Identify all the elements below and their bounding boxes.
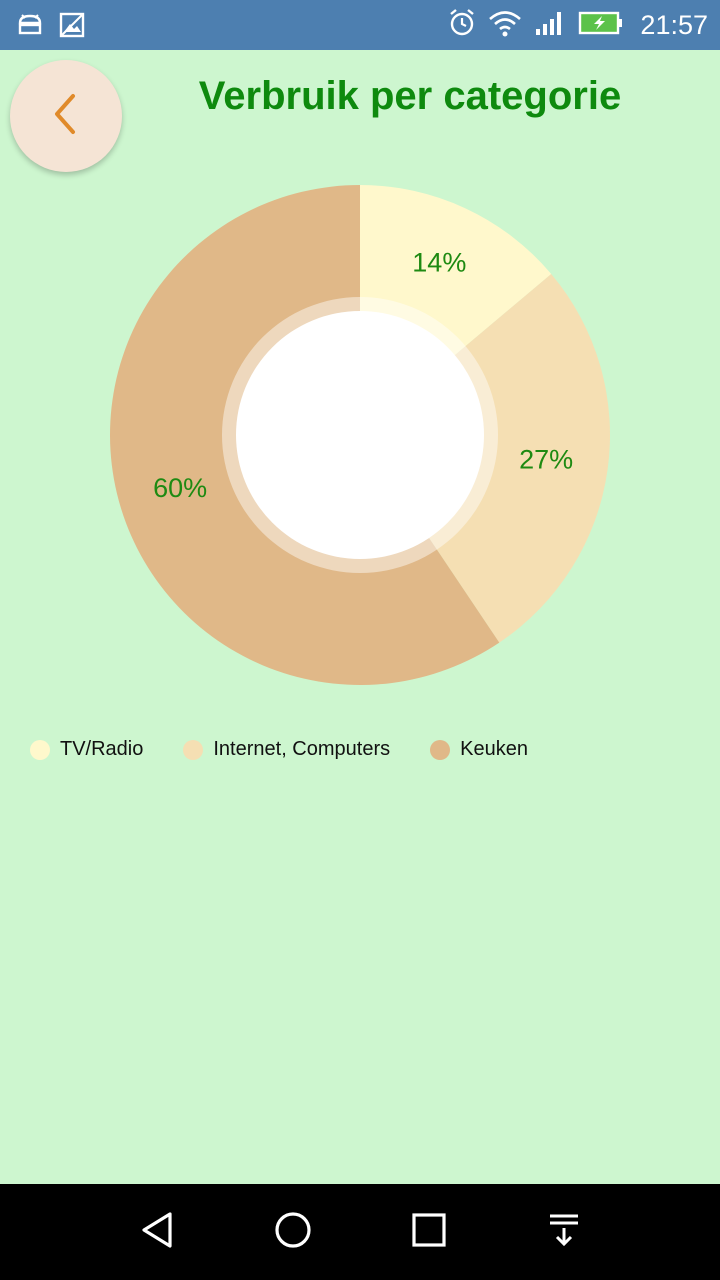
recents-square-icon bbox=[409, 1210, 449, 1255]
legend-label: Keuken bbox=[460, 738, 528, 760]
slice-value-label: 27% bbox=[519, 444, 573, 474]
status-time: 21:57 bbox=[640, 10, 708, 40]
legend-swatch bbox=[183, 739, 204, 760]
slice-value-label: 14% bbox=[412, 248, 466, 278]
legend-label: TV/Radio bbox=[60, 738, 144, 760]
battery-charging-icon bbox=[578, 10, 624, 41]
chevron-left-icon bbox=[49, 92, 83, 141]
notifications-down-icon bbox=[544, 1210, 584, 1255]
nav-back-button[interactable] bbox=[136, 1210, 180, 1254]
signal-icon bbox=[534, 9, 566, 42]
android-debug-icon bbox=[16, 11, 44, 44]
legend-swatch bbox=[30, 739, 50, 760]
nav-recents-button[interactable] bbox=[407, 1210, 451, 1254]
legend-swatch bbox=[430, 739, 451, 760]
legend-label: Internet, Computers bbox=[213, 738, 391, 760]
legend-item: Keuken bbox=[430, 738, 528, 761]
donut-chart: 14% 27% 60% bbox=[100, 175, 620, 695]
wifi-icon bbox=[488, 9, 522, 42]
screen: 21:57 Verbruik per categorie 14% 27% 60% T… bbox=[0, 0, 720, 1280]
legend-item: Internet, Computers bbox=[183, 738, 390, 761]
status-bar: 21:57 bbox=[0, 0, 720, 50]
back-button[interactable] bbox=[10, 60, 122, 172]
donut-chart-svg: 14% 27% 60% bbox=[110, 185, 610, 685]
legend-item: TV/Radio bbox=[30, 738, 143, 761]
page-title: Verbruik per categorie bbox=[198, 74, 622, 118]
nav-home-button[interactable] bbox=[271, 1210, 315, 1254]
alarm-icon bbox=[448, 8, 476, 43]
slice-value-label: 60% bbox=[153, 473, 207, 503]
home-circle-icon bbox=[273, 1210, 313, 1255]
donut-hole bbox=[236, 311, 484, 559]
navigation-bar bbox=[0, 1184, 720, 1280]
chart-legend: TV/Radio Internet, Computers Keuken bbox=[30, 738, 568, 761]
back-triangle-icon bbox=[138, 1210, 178, 1255]
image-icon bbox=[58, 11, 86, 44]
nav-notifications-button[interactable] bbox=[542, 1210, 586, 1254]
